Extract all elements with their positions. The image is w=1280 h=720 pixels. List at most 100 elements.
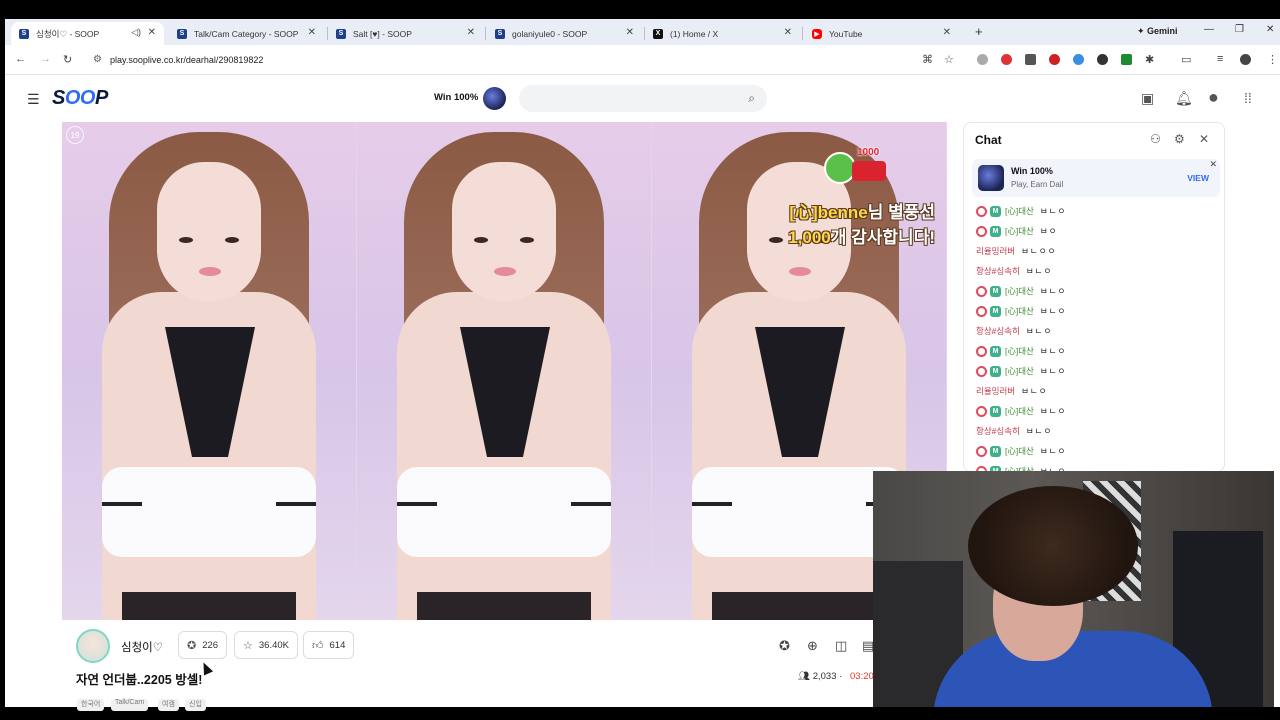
chat-text: ㅂㅇ bbox=[1039, 226, 1058, 236]
chat-close-icon[interactable]: ✕ bbox=[1199, 132, 1209, 146]
chat-nickname[interactable]: [心]대산 bbox=[1005, 225, 1034, 237]
chat-nickname[interactable]: 리율밍러버 bbox=[976, 245, 1015, 257]
tab-active[interactable]: S 심청이♡ - SOOP ◁) ✕ bbox=[11, 22, 164, 45]
tab-talkcam[interactable]: S Talk/Cam Category - SOOP ✕ bbox=[169, 22, 324, 45]
soop-favicon-icon: S bbox=[177, 28, 187, 39]
search-input[interactable]: ⌕ bbox=[519, 85, 767, 112]
favorite-count: 36.40K bbox=[258, 639, 289, 651]
tag-language[interactable]: 한국어 bbox=[77, 699, 105, 711]
close-window-icon[interactable]: ✕ bbox=[1266, 24, 1274, 35]
close-tab-icon[interactable]: ✕ bbox=[308, 27, 316, 38]
chat-text: ㅂㄴㅇ bbox=[1039, 406, 1067, 416]
tab-x-home[interactable]: X (1) Home / X ✕ bbox=[645, 22, 800, 45]
chat-nickname[interactable]: 리율밍러버 bbox=[976, 385, 1015, 397]
close-tab-icon[interactable]: ✕ bbox=[467, 27, 475, 38]
cast-icon[interactable]: ▭ bbox=[1181, 53, 1191, 66]
sticker-icon[interactable]: ◫ bbox=[835, 638, 847, 654]
promo-view-button[interactable]: VIEW bbox=[1187, 173, 1209, 183]
logo-part: OO bbox=[64, 87, 96, 109]
chat-users-icon[interactable]: ⚇ bbox=[1150, 132, 1161, 146]
chat-count: 226 bbox=[202, 639, 219, 651]
close-tab-icon[interactable]: ✕ bbox=[148, 27, 156, 38]
chat-nickname[interactable]: 항상#싱속히 bbox=[976, 425, 1020, 437]
soop-favicon-icon: S bbox=[19, 28, 29, 39]
streamer-name[interactable]: 심청이♡ bbox=[121, 639, 163, 655]
user-avatar-icon[interactable]: ● bbox=[1208, 87, 1219, 108]
chat-settings-gear-icon[interactable]: ⚙ bbox=[1174, 132, 1185, 146]
extensions-puzzle-icon[interactable]: ✱ bbox=[1145, 53, 1154, 66]
tag-category[interactable]: Talk/Cam bbox=[111, 699, 149, 711]
chat-nickname[interactable]: 항상#싱속히 bbox=[976, 265, 1020, 277]
gemini-button[interactable]: ✦ Gemini bbox=[1137, 26, 1178, 37]
tab-golaniyule[interactable]: S golaniyule0 - SOOP ✕ bbox=[487, 22, 642, 45]
restore-icon[interactable]: ❐ bbox=[1235, 24, 1244, 35]
extension-icon[interactable] bbox=[1025, 54, 1036, 65]
bookmark-star-icon[interactable]: ☆ bbox=[944, 53, 954, 66]
promo-close-icon[interactable]: ✕ bbox=[1209, 159, 1217, 170]
chat-message: M [心]대산 ㅂㄴㅇ bbox=[976, 281, 1216, 301]
win-promo-label[interactable]: Win 100% bbox=[434, 92, 478, 103]
address-bar-url[interactable]: play.sooplive.co.kr/dearhal/290819822 bbox=[110, 55, 263, 65]
chat-message: M [心]대산 ㅂㄴㅇ bbox=[976, 401, 1216, 421]
site-info-icon[interactable]: ⚙ bbox=[93, 54, 102, 65]
menu-kebab-icon[interactable]: ⋮ bbox=[1267, 53, 1278, 66]
close-tab-icon[interactable]: ✕ bbox=[784, 27, 792, 38]
speaker-icon[interactable]: ◁) bbox=[131, 27, 141, 38]
chat-nickname[interactable]: [心]대산 bbox=[1005, 285, 1034, 297]
chat-nickname[interactable]: [心]대산 bbox=[1005, 405, 1034, 417]
extension-icon[interactable] bbox=[977, 54, 988, 65]
tag-new[interactable]: 신입 bbox=[185, 699, 206, 711]
forward-icon[interactable]: → bbox=[40, 53, 51, 65]
ad-icon[interactable]: ⊕ bbox=[807, 638, 818, 654]
chat-bubble-icon: ✪ bbox=[187, 639, 197, 652]
reload-icon[interactable]: ↻ bbox=[63, 53, 72, 66]
win-promo-badge[interactable] bbox=[483, 87, 506, 110]
soop-logo[interactable]: SOOP bbox=[52, 87, 108, 110]
reading-list-icon[interactable]: ≡ bbox=[1217, 53, 1223, 65]
favorite-pill[interactable]: ☆ 36.40K bbox=[234, 631, 298, 659]
overlay-highlight: [心]benne bbox=[789, 203, 868, 222]
translate-icon[interactable]: ⌘ bbox=[922, 53, 933, 66]
chat-nickname[interactable]: [心]대산 bbox=[1005, 365, 1034, 377]
chat-nickname[interactable]: [心]대산 bbox=[1005, 445, 1034, 457]
tab-youtube[interactable]: ▶ YouTube ✕ bbox=[804, 22, 959, 45]
extension-icon[interactable] bbox=[1049, 54, 1060, 65]
chat-promo-banner[interactable]: Win 100% Play, Earn Dail VIEW ✕ bbox=[972, 159, 1220, 197]
logo-part: S bbox=[52, 87, 65, 109]
chat-count-pill[interactable]: ✪ 226 bbox=[178, 631, 228, 659]
soop-favicon-icon: S bbox=[495, 28, 505, 39]
tab-divider bbox=[485, 27, 486, 40]
new-tab-button[interactable]: + bbox=[975, 24, 983, 39]
like-pill[interactable]: 👍︎ 614 bbox=[303, 631, 355, 659]
stream-title: 자연 언더붑..2205 방셀! bbox=[76, 673, 203, 687]
profile-avatar-icon[interactable] bbox=[1240, 54, 1251, 65]
video-player[interactable]: 19 1000 [心]benne님 별풍선 1,000개 감사합니다! bbox=[62, 122, 947, 620]
apps-grid-icon[interactable]: ⁞⁞ bbox=[1244, 90, 1252, 106]
overlay-text: 개 감사합니다! bbox=[830, 228, 935, 247]
close-tab-icon[interactable]: ✕ bbox=[626, 27, 634, 38]
chat-message: M [心]대산 ㅂㄴㅇ bbox=[976, 201, 1216, 221]
minimize-icon[interactable]: — bbox=[1204, 24, 1214, 35]
tag-yeocam[interactable]: 여캠 bbox=[158, 699, 179, 711]
streamer-avatar[interactable] bbox=[76, 629, 110, 663]
broadcast-icon[interactable]: ▣ bbox=[1141, 90, 1154, 107]
close-tab-icon[interactable]: ✕ bbox=[943, 27, 951, 38]
chat-nickname[interactable]: [心]대산 bbox=[1005, 305, 1034, 317]
search-icon[interactable]: ⌕ bbox=[748, 91, 755, 106]
gift-star-icon[interactable]: ✪ bbox=[779, 638, 790, 654]
fan-badge-icon bbox=[976, 225, 987, 237]
extension-icon[interactable] bbox=[1073, 54, 1084, 65]
tab-salt[interactable]: S Salt [♥] - SOOP ✕ bbox=[328, 22, 483, 45]
back-icon[interactable]: ← bbox=[15, 53, 26, 65]
tab-title: Talk/Cam Category - SOOP bbox=[194, 28, 299, 39]
chat-nickname[interactable]: [心]대산 bbox=[1005, 345, 1034, 357]
extension-icon[interactable] bbox=[1001, 54, 1012, 65]
extension-icon[interactable] bbox=[1121, 54, 1132, 65]
chat-nickname[interactable]: [心]대산 bbox=[1005, 205, 1034, 217]
chat-nickname[interactable]: 항상#싱속히 bbox=[976, 325, 1020, 337]
hamburger-menu-icon[interactable]: ☰ bbox=[27, 91, 40, 108]
chat-text: ㅂㄴㅇ bbox=[1039, 286, 1067, 296]
fan-badge-icon bbox=[976, 205, 987, 217]
extension-icon[interactable] bbox=[1097, 54, 1108, 65]
bell-icon[interactable]: 🔔︎ bbox=[1175, 90, 1193, 107]
